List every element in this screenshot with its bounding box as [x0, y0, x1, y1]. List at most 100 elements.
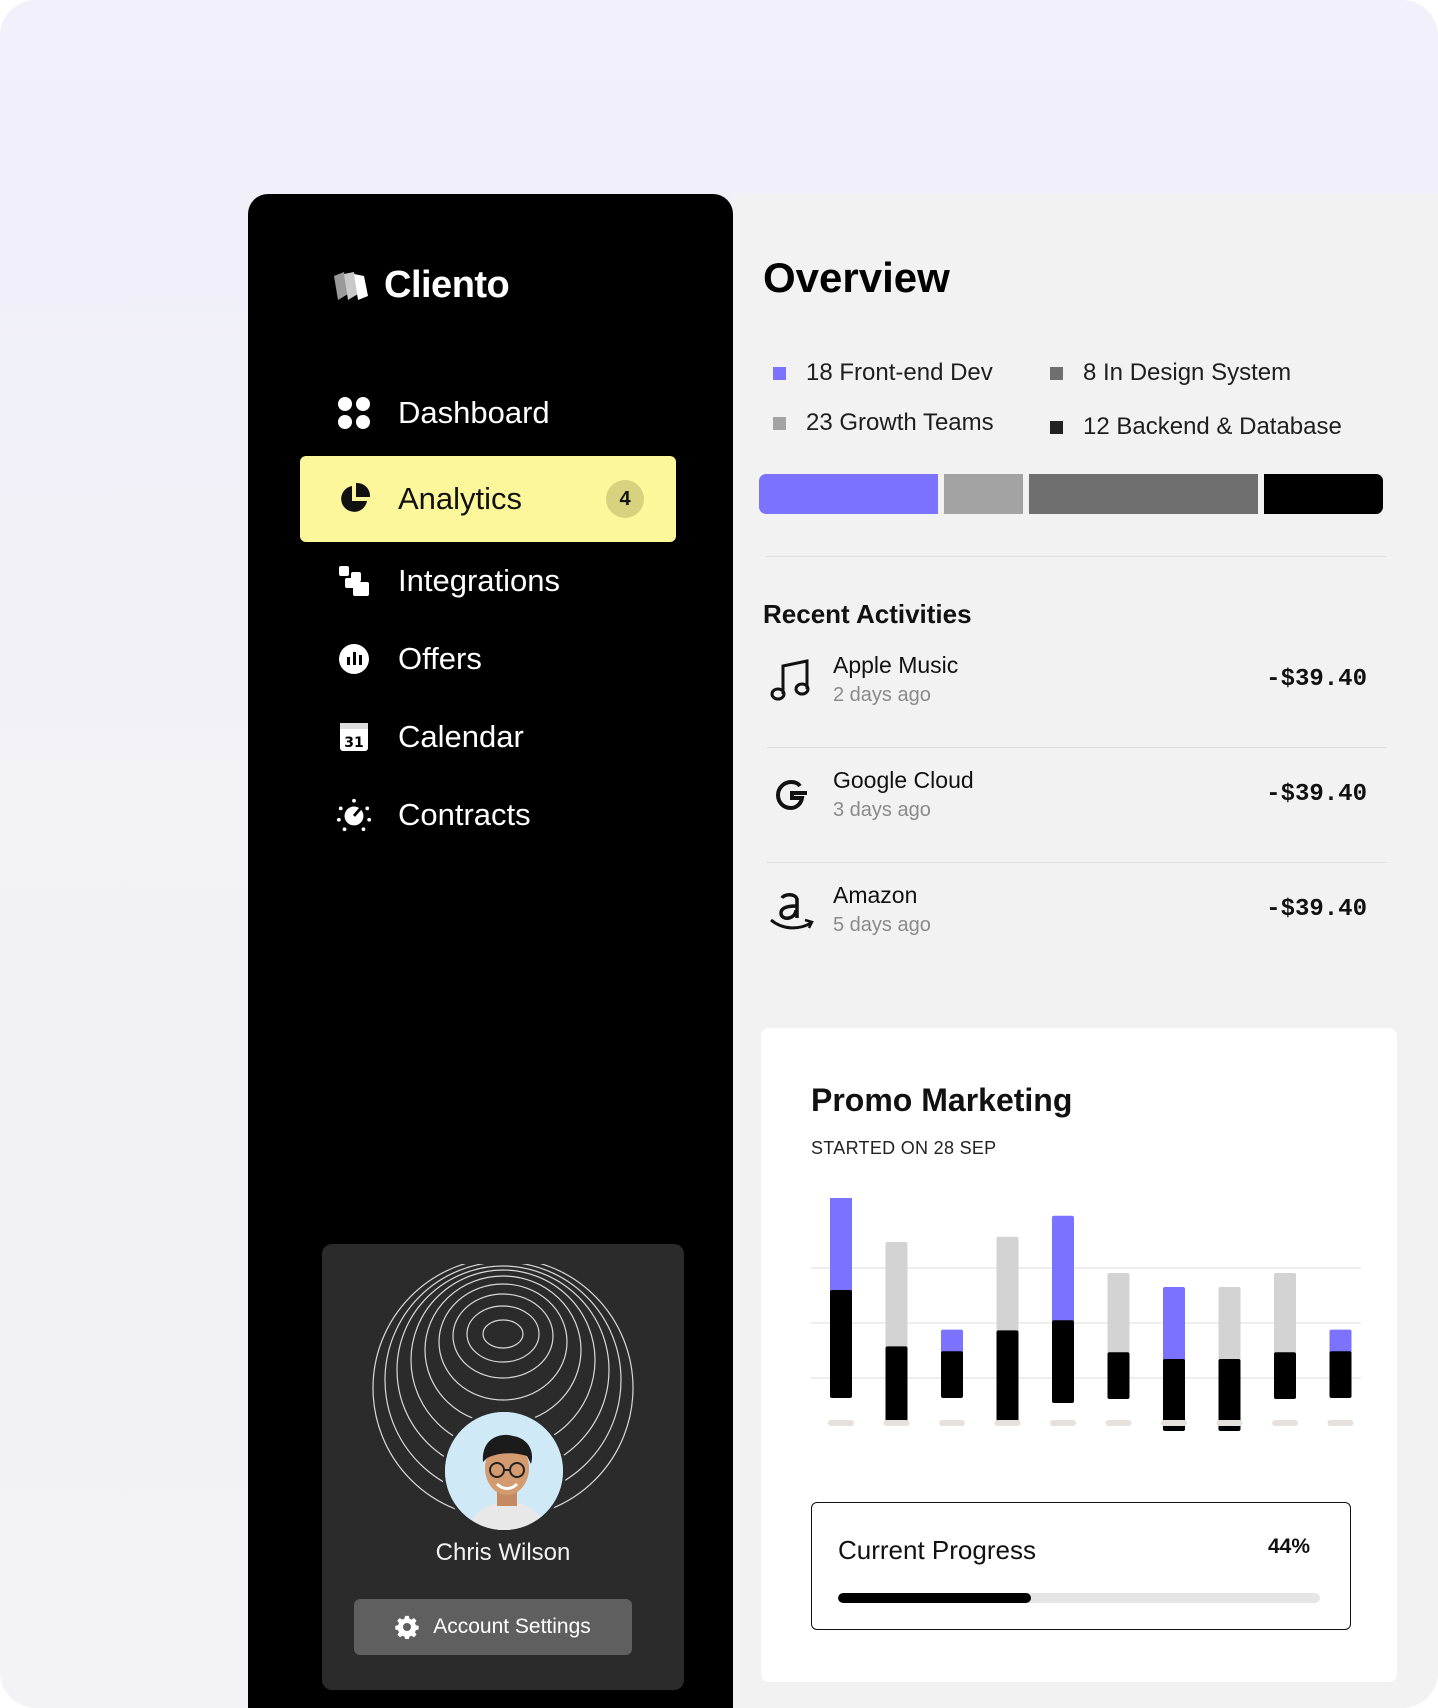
- music-note-icon: [770, 659, 810, 701]
- x-tick-placeholder: [994, 1420, 1021, 1426]
- activity-name: Amazon: [833, 882, 918, 908]
- bar-top-segment: [885, 1242, 908, 1351]
- sidebar-item-label: Calendar: [398, 719, 524, 754]
- bar-bottom-segment: [1329, 1351, 1352, 1398]
- bar-bottom-segment: [941, 1351, 963, 1398]
- sidebar-item-label: Offers: [398, 641, 482, 676]
- team-distribution-bar: [759, 474, 1383, 514]
- avatar-image: [445, 1412, 563, 1530]
- recent-activities-title: Recent Activities: [763, 599, 972, 629]
- activity-name: Apple Music: [833, 652, 959, 678]
- sidebar-item-label: Analytics: [398, 481, 523, 516]
- promo-bar-chart: [811, 1198, 1361, 1431]
- account-settings-button[interactable]: Account Settings: [354, 1599, 632, 1655]
- calendar-icon: 31: [336, 719, 372, 755]
- progress-track: [838, 1593, 1320, 1603]
- activity-time: 5 days ago: [833, 914, 931, 936]
- gear-icon: [395, 1615, 419, 1639]
- legend-swatch: [1050, 420, 1063, 434]
- activity-time: 3 days ago: [833, 799, 931, 821]
- promo-title: Promo Marketing: [811, 1082, 1073, 1118]
- bar-bottom-segment: [1274, 1352, 1296, 1399]
- sidebar-item-analytics[interactable]: Analytics 4: [300, 456, 676, 542]
- activity-name: Google Cloud: [833, 767, 974, 793]
- activity-amount: -$39.40: [1266, 896, 1367, 923]
- x-tick-placeholder: [883, 1420, 910, 1426]
- sidebar-item-dashboard[interactable]: Dashboard: [300, 370, 676, 456]
- activity-amount: -$39.40: [1266, 666, 1367, 693]
- bar-bottom-segment: [1107, 1352, 1130, 1399]
- bar-top-segment: [1218, 1287, 1241, 1363]
- avatar[interactable]: [442, 1409, 566, 1533]
- page-background: Cliento Dashboard Analytics 4 Integratio…: [0, 0, 1438, 1708]
- legend-label: 23 Growth Teams: [806, 409, 994, 436]
- sidebar-item-offers[interactable]: Offers: [300, 620, 676, 698]
- activity-time: 2 days ago: [833, 684, 931, 706]
- legend-item: 8 In Design System: [1050, 359, 1291, 387]
- x-tick-placeholder: [1161, 1420, 1187, 1426]
- promo-marketing-card: Promo Marketing STARTED ON 28 SEP Curren…: [761, 1028, 1397, 1682]
- x-tick-placeholder: [1050, 1420, 1076, 1426]
- brand-name: Cliento: [384, 264, 510, 306]
- calendar-icon-date: 31: [344, 735, 363, 751]
- brand-logo[interactable]: Cliento: [332, 264, 510, 307]
- distribution-segment: [1263, 474, 1383, 514]
- activity-amount: -$39.40: [1266, 781, 1367, 808]
- bar-top-segment: [1107, 1273, 1130, 1357]
- activity-item[interactable]: Google Cloud 3 days ago -$39.40: [767, 749, 1387, 863]
- sidebar-item-label: Dashboard: [398, 395, 550, 430]
- app-window: Cliento Dashboard Analytics 4 Integratio…: [248, 194, 1438, 1708]
- sidebar-item-calendar[interactable]: 31 Calendar: [300, 698, 676, 776]
- current-progress-box: Current Progress 44%: [811, 1502, 1351, 1630]
- page-title: Overview: [763, 254, 950, 301]
- progress-fill: [838, 1593, 1031, 1603]
- activity-item[interactable]: Amazon 5 days ago -$39.40: [767, 864, 1387, 978]
- bar-top-segment: [1052, 1215, 1074, 1325]
- sidebar-item-contracts[interactable]: Contracts: [300, 776, 676, 854]
- legend-swatch: [773, 416, 786, 430]
- legend-item: 18 Front-end Dev: [773, 359, 993, 387]
- pie-chart-icon: [336, 481, 372, 517]
- legend-swatch: [1050, 366, 1063, 380]
- distribution-segment: [1029, 474, 1258, 514]
- sidebar-nav: Dashboard Analytics 4 Integrations Offer…: [300, 370, 676, 854]
- progress-label: Current Progress: [838, 1535, 1036, 1565]
- sidebar: Cliento Dashboard Analytics 4 Integratio…: [248, 194, 733, 1708]
- activity-item[interactable]: Apple Music 2 days ago -$39.40: [767, 634, 1387, 748]
- bar-top-segment: [830, 1198, 852, 1294]
- bar-bottom-segment: [1052, 1320, 1074, 1403]
- legend-label: 8 In Design System: [1083, 359, 1292, 386]
- legend-label: 12 Backend & Database: [1083, 413, 1342, 440]
- sidebar-item-label: Integrations: [398, 563, 560, 598]
- sidebar-item-integrations[interactable]: Integrations: [300, 542, 676, 620]
- promo-start-date: STARTED ON 28 SEP: [811, 1138, 997, 1158]
- profile-name: Chris Wilson: [435, 1539, 571, 1566]
- profile-card: Chris Wilson Account Settings: [322, 1244, 684, 1690]
- distribution-segment: [759, 474, 938, 514]
- divider: [765, 556, 1387, 557]
- bar-top-segment: [1274, 1273, 1296, 1357]
- main-panel: Overview 18 Front-end Dev 8 In Design Sy…: [733, 194, 1438, 1708]
- bar-bottom-segment: [996, 1330, 1019, 1424]
- google-icon: [775, 779, 807, 811]
- cliento-logo-icon: [334, 271, 368, 300]
- x-tick-placeholder: [1272, 1420, 1298, 1426]
- x-tick-placeholder: [1327, 1420, 1354, 1426]
- bar-top-segment: [1163, 1287, 1185, 1363]
- legend-label: 18 Front-end Dev: [806, 359, 993, 386]
- amazon-icon: [770, 893, 814, 930]
- x-tick-placeholder: [1105, 1420, 1132, 1426]
- legend-swatch: [773, 366, 786, 380]
- progress-value: 44%: [1267, 1535, 1310, 1558]
- legend-item: 23 Growth Teams: [773, 409, 994, 437]
- account-settings-label: Account Settings: [433, 1615, 591, 1638]
- x-tick-placeholder: [939, 1420, 965, 1426]
- bar-top-segment: [996, 1236, 1019, 1335]
- offers-icon: [336, 641, 372, 677]
- team-legend: 18 Front-end Dev 8 In Design System 23 G…: [773, 359, 1393, 459]
- distribution-segment: [943, 474, 1024, 514]
- x-tick-placeholder: [1216, 1420, 1243, 1426]
- notification-badge: 4: [606, 480, 644, 518]
- bar-bottom-segment: [830, 1290, 852, 1398]
- row-divider: [767, 862, 1387, 863]
